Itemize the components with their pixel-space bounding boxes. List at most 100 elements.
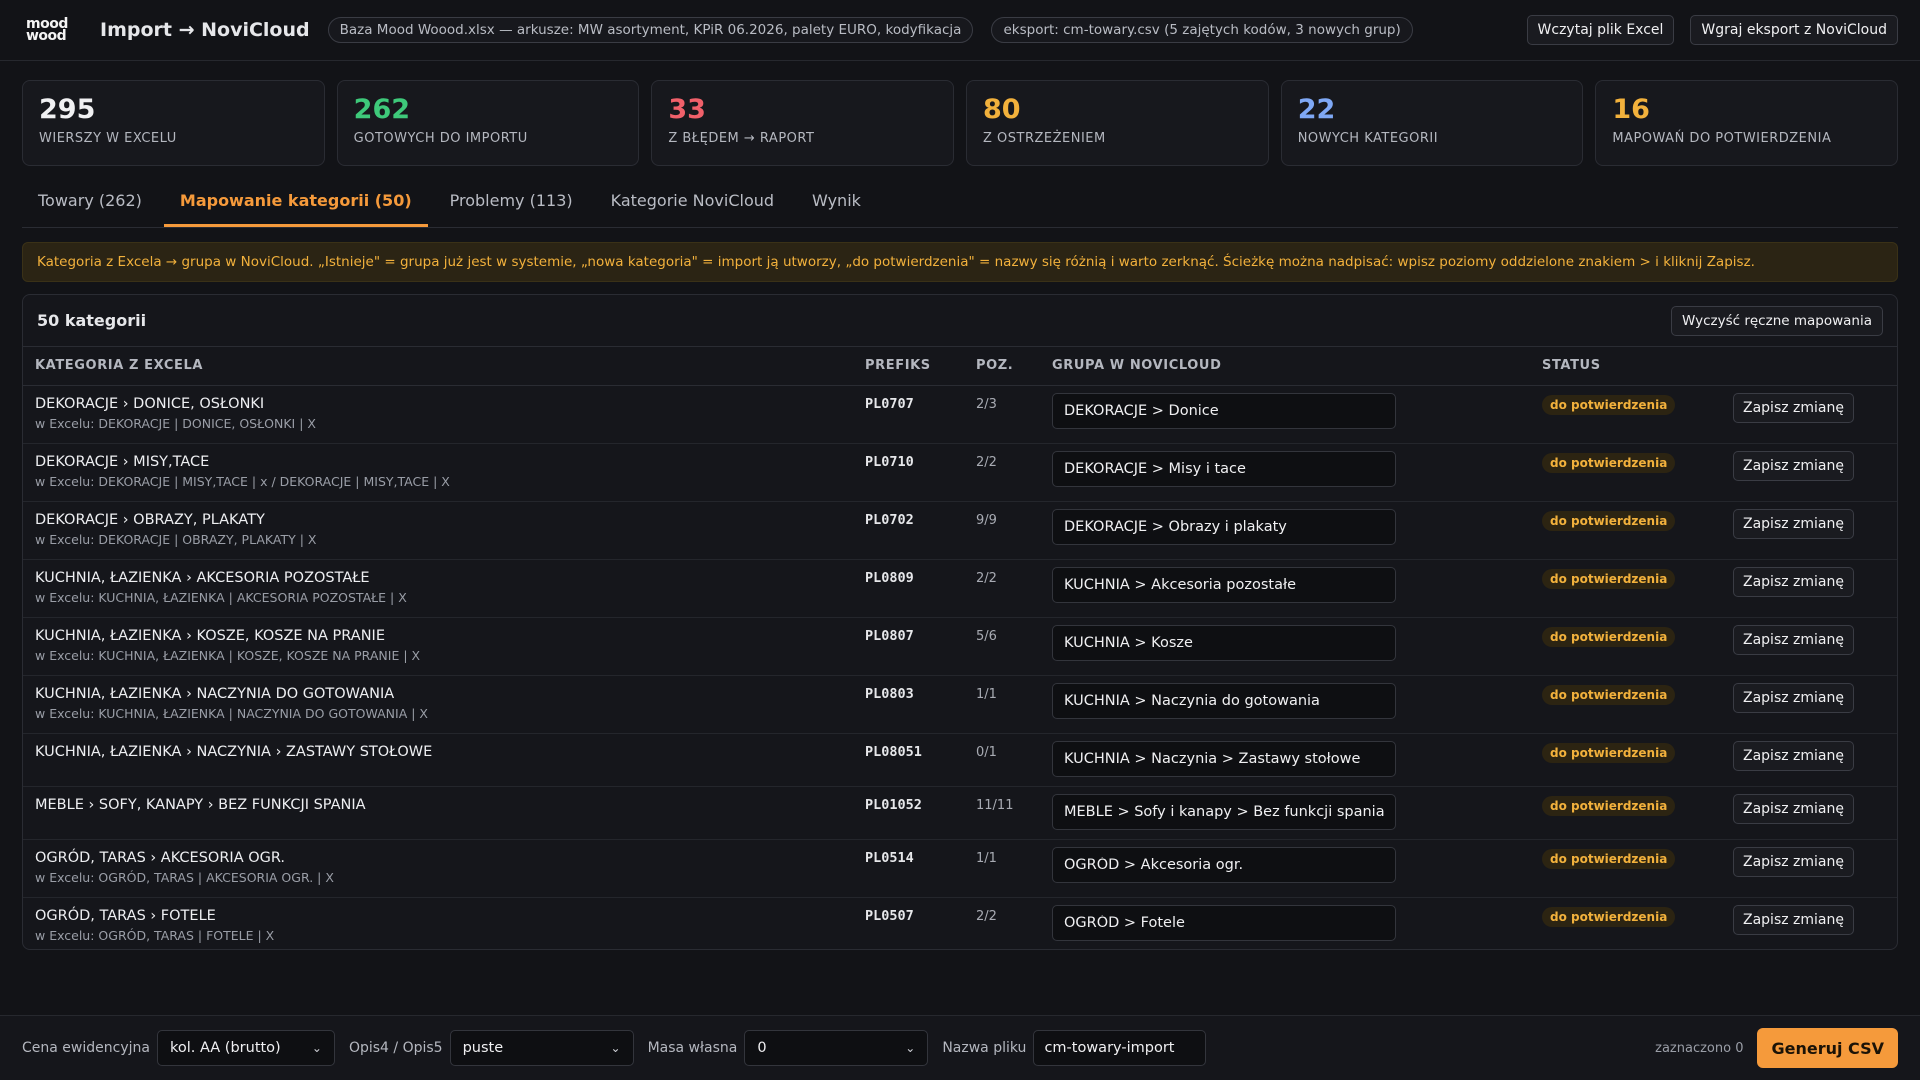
filename-input[interactable] <box>1033 1030 1207 1066</box>
load-excel-button[interactable]: Wczytaj plik Excel <box>1526 15 1675 45</box>
brand-logo: mood wood <box>26 17 78 43</box>
excel-category-path: OGRÓD, TARAS › AKCESORIA OGR. <box>35 849 286 866</box>
novicloud-group-input[interactable] <box>1052 624 1396 661</box>
load-export-button[interactable]: Wgraj eksport z NoviCloud <box>1690 15 1898 45</box>
prefix-cell: PL0514 <box>853 839 964 898</box>
save-change-button[interactable]: Zapisz zmianę <box>1733 846 1854 877</box>
save-change-button[interactable]: Zapisz zmianę <box>1733 904 1854 935</box>
group-cell <box>1040 897 1530 949</box>
price-select[interactable]: kol. AA (brutto) ⌄ <box>156 1030 335 1066</box>
action-cell: Zapisz zmianę <box>1721 897 1897 949</box>
status-badge: do potwierdzenia <box>1542 742 1676 763</box>
novicloud-group-input[interactable] <box>1052 450 1396 487</box>
category-cell: DEKORACJE › MISY,TACE w Excelu: DEKORACJE… <box>23 443 853 502</box>
excel-raw-path: w Excelu: KUCHNIA, ŁAZIENKA | AKCESORIA … <box>35 589 407 605</box>
source-file-pill: Baza Mood Woood.xlsx — arkusze: MW asort… <box>327 17 974 43</box>
tab-towary[interactable]: Towary (262) <box>22 191 158 227</box>
stat-value: 22 <box>1297 94 1336 125</box>
tab-problemy[interactable]: Problemy (113) <box>434 191 589 227</box>
prefix-code: PL0514 <box>865 849 914 866</box>
table-row: OGRÓD, TARAS › FOTELE w Excelu: OGRÓD, TA… <box>23 897 1897 949</box>
position-count: 1/1 <box>976 686 997 702</box>
stats-row: 295 WIERSZY W EXCELU 262 GOTOWYCH DO IMP… <box>0 61 1920 166</box>
save-change-button[interactable]: Zapisz zmianę <box>1733 392 1854 423</box>
prefix-code: PL0702 <box>865 511 914 528</box>
position-count: 5/6 <box>976 628 997 644</box>
prefix-code: PL0809 <box>865 569 914 586</box>
excel-category-path: DEKORACJE › MISY,TACE <box>35 453 210 470</box>
status-badge: do potwierdzenia <box>1542 848 1676 869</box>
status-badge: do potwierdzenia <box>1542 568 1676 589</box>
excel-raw-path: w Excelu: OGRÓD, TARAS | FOTELE | X <box>35 927 275 943</box>
tab-kategorie-novicloud[interactable]: Kategorie NoviCloud <box>595 191 790 227</box>
prefix-cell: PL0507 <box>853 897 964 949</box>
prefix-code: PL01052 <box>865 796 922 813</box>
table-row: KUCHNIA, ŁAZIENKA › NACZYNIA › ZASTAWY S… <box>23 733 1897 787</box>
excel-category-path: KUCHNIA, ŁAZIENKA › NACZYNIA DO GOTOWANI… <box>35 685 395 702</box>
excel-raw-path: w Excelu: DEKORACJE | DONICE, OSŁONKI | … <box>35 415 316 431</box>
action-cell: Zapisz zmianę <box>1721 786 1897 840</box>
save-change-button[interactable]: Zapisz zmianę <box>1733 624 1854 655</box>
novicloud-group-input[interactable] <box>1052 508 1396 545</box>
prefix-code: PL08051 <box>865 743 922 760</box>
category-cell: KUCHNIA, ŁAZIENKA › NACZYNIA › ZASTAWY S… <box>23 733 853 787</box>
save-change-button[interactable]: Zapisz zmianę <box>1733 682 1854 713</box>
prefix-code: PL0803 <box>865 685 914 702</box>
save-change-button[interactable]: Zapisz zmianę <box>1733 793 1854 824</box>
stat-value: 33 <box>668 94 706 125</box>
save-change-button[interactable]: Zapisz zmianę <box>1733 566 1854 597</box>
poz-cell: 2/2 <box>964 897 1040 949</box>
table-row: MEBLE › SOFY, KANAPY › BEZ FUNKCJI SPANI… <box>23 786 1897 840</box>
action-cell: Zapisz zmianę <box>1721 839 1897 898</box>
category-cell: DEKORACJE › OBRAZY, PLAKATY w Excelu: DEK… <box>23 501 853 560</box>
tab-wynik[interactable]: Wynik <box>796 191 877 227</box>
col-category: KATEGORIA Z EXCELA <box>23 347 853 386</box>
save-change-button[interactable]: Zapisz zmianę <box>1733 740 1854 771</box>
category-cell: DEKORACJE › DONICE, OSŁONKI w Excelu: DEK… <box>23 385 853 444</box>
novicloud-group-input[interactable] <box>1052 904 1396 941</box>
col-prefix: PREFIKS <box>853 347 964 386</box>
save-change-button[interactable]: Zapisz zmianę <box>1733 508 1854 539</box>
group-cell <box>1040 675 1530 734</box>
table-row: OGRÓD, TARAS › AKCESORIA OGR. w Excelu: O… <box>23 839 1897 898</box>
excel-category-path: DEKORACJE › OBRAZY, PLAKATY <box>35 511 265 528</box>
prefix-cell: PL0807 <box>853 617 964 676</box>
category-cell: KUCHNIA, ŁAZIENKA › KOSZE, KOSZE NA PRAN… <box>23 617 853 676</box>
novicloud-group-input[interactable] <box>1052 793 1396 830</box>
prefix-cell: PL01052 <box>853 786 964 840</box>
status-badge: do potwierdzenia <box>1542 684 1676 705</box>
price-label: Cena ewidencyjna <box>22 1040 150 1056</box>
mass-select[interactable]: 0 ⌄ <box>744 1030 929 1066</box>
novicloud-group-input[interactable] <box>1052 392 1396 429</box>
novicloud-group-input[interactable] <box>1052 740 1396 777</box>
novicloud-group-input[interactable] <box>1052 566 1396 603</box>
opis-select[interactable]: puste ⌄ <box>449 1030 634 1066</box>
stat-card-ready: 262 GOTOWYCH DO IMPORTU <box>336 80 640 166</box>
status-cell: do potwierdzenia <box>1530 501 1721 560</box>
position-count: 0/1 <box>976 744 997 760</box>
stat-card-new-categories: 22 NOWYCH KATEGORII <box>1280 80 1584 166</box>
info-banner: Kategoria z Excela → grupa w NoviCloud. … <box>22 242 1898 282</box>
save-change-button[interactable]: Zapisz zmianę <box>1733 450 1854 481</box>
generate-csv-button[interactable]: Generuj CSV <box>1757 1028 1898 1068</box>
price-select-value: kol. AA (brutto) <box>169 1040 281 1056</box>
clear-manual-mappings-button[interactable]: Wyczyść ręczne mapowania <box>1670 305 1883 336</box>
novicloud-group-input[interactable] <box>1052 682 1396 719</box>
col-group: GRUPA W NOVICLOUD <box>1040 347 1530 386</box>
selected-count: zaznaczono 0 <box>1655 1040 1744 1056</box>
group-cell <box>1040 443 1530 502</box>
action-cell: Zapisz zmianę <box>1721 675 1897 734</box>
tab-mapowanie-kategorii[interactable]: Mapowanie kategorii (50) <box>163 191 428 227</box>
action-cell: Zapisz zmianę <box>1721 617 1897 676</box>
table-row: DEKORACJE › MISY,TACE w Excelu: DEKORACJE… <box>23 443 1897 502</box>
stat-value: 16 <box>1612 94 1650 125</box>
status-cell: do potwierdzenia <box>1530 786 1721 840</box>
status-badge: do potwierdzenia <box>1542 510 1676 531</box>
stat-label: Z BŁĘDEM → RAPORT <box>668 131 815 146</box>
opis-select-value: puste <box>462 1040 504 1056</box>
novicloud-group-input[interactable] <box>1052 846 1396 883</box>
prefix-code: PL0807 <box>865 627 914 644</box>
status-cell: do potwierdzenia <box>1530 675 1721 734</box>
table-row: DEKORACJE › DONICE, OSŁONKI w Excelu: DEK… <box>23 385 1897 444</box>
tab-bar: Towary (262) Mapowanie kategorii (50) Pr… <box>22 178 1898 228</box>
